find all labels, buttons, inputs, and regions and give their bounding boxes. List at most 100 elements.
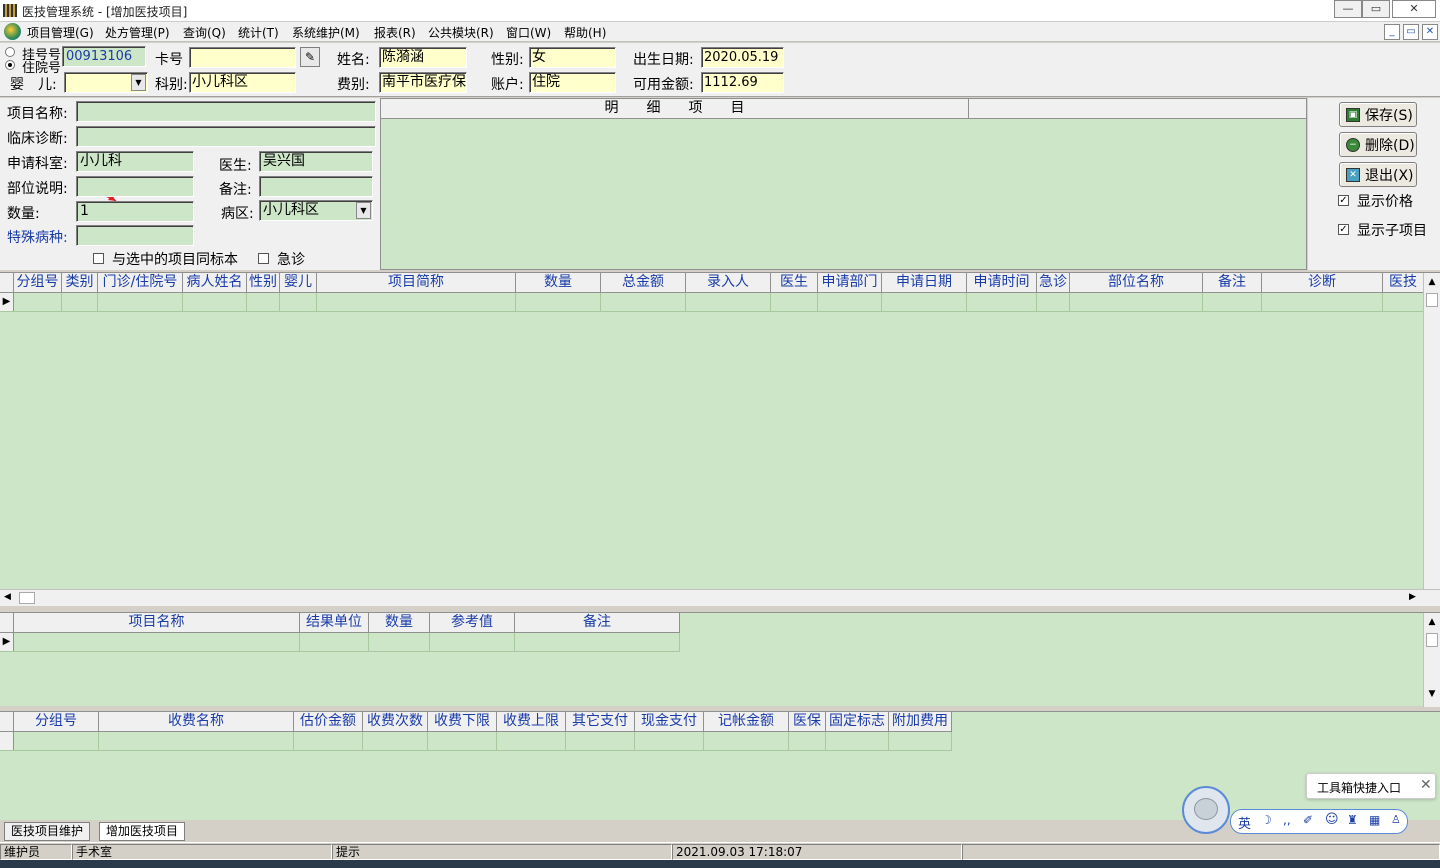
ime-toolbar[interactable]: 英 ☽ ,, ✐ ☺ ♜ ▦ ♙ xyxy=(1230,809,1408,834)
col-group-no[interactable]: 分组号 xyxy=(14,273,62,292)
menu-item-report[interactable]: 报表(R) xyxy=(374,24,416,41)
col-category[interactable]: 类别 xyxy=(62,273,98,292)
col-remark[interactable]: 备注 xyxy=(1203,273,1262,292)
close-icon[interactable]: ✕ xyxy=(1420,777,1432,793)
col-entered-by[interactable]: 录入人 xyxy=(686,273,771,292)
same-sample-checkbox[interactable] xyxy=(93,253,104,264)
hscroll-thumb[interactable] xyxy=(19,592,35,604)
col-item-short[interactable]: 项目简称 xyxy=(317,273,516,292)
menu-item-system[interactable]: 系统维护(M) xyxy=(292,24,360,41)
col-insurance[interactable]: 医保 xyxy=(789,712,826,731)
inpatient-number-radio[interactable] xyxy=(5,60,15,70)
scroll-right-icon[interactable]: ▶ xyxy=(1409,592,1416,602)
col-charge-count[interactable]: 收费次数 xyxy=(363,712,428,731)
col-lower-limit[interactable]: 收费下限 xyxy=(428,712,497,731)
scroll-left-icon[interactable]: ◀ xyxy=(4,592,11,602)
tab-medtech-maintenance[interactable]: 医技项目维护 xyxy=(4,822,91,841)
col-item-name[interactable]: 项目名称 xyxy=(14,613,300,632)
col-doctor[interactable]: 医生 xyxy=(771,273,818,292)
ward-dropdown-icon[interactable]: ▼ xyxy=(356,202,371,219)
col-other-pay[interactable]: 其它支付 xyxy=(566,712,635,731)
qty-input[interactable]: 1 xyxy=(76,201,194,222)
mdi-close-button[interactable]: ✕ xyxy=(1422,24,1438,40)
doctor-input[interactable]: 吴兴国 xyxy=(259,151,373,172)
col-apply-dept[interactable]: 申请部门 xyxy=(818,273,882,292)
col-charge-name[interactable]: 收费名称 xyxy=(99,712,294,731)
show-price-checkbox[interactable]: ✓ xyxy=(1338,195,1349,206)
mdi-minimize-button[interactable]: _ xyxy=(1384,24,1400,40)
minimize-button[interactable]: — xyxy=(1334,0,1362,18)
menu-item-help[interactable]: 帮助(H) xyxy=(564,24,606,41)
col-account-amount[interactable]: 记帐金额 xyxy=(704,712,789,731)
toolbox-tooltip[interactable]: 工具箱快捷入口 ✕ xyxy=(1306,773,1436,799)
scroll-up-icon[interactable]: ▲ xyxy=(1424,613,1440,631)
menu-item-window[interactable]: 窗口(W) xyxy=(506,24,551,41)
col-apply-time[interactable]: 申请时间 xyxy=(967,273,1037,292)
col-upper-limit[interactable]: 收费上限 xyxy=(497,712,566,731)
col-charge-group[interactable]: 分组号 xyxy=(14,712,99,731)
wrench-icon[interactable]: ✐ xyxy=(1303,813,1313,827)
emoji-icon[interactable]: ☺ xyxy=(1325,812,1339,827)
apply-dept-input[interactable]: 小儿科 xyxy=(76,151,194,172)
requests-vscrollbar[interactable]: ▲ xyxy=(1423,273,1440,589)
remark-input[interactable] xyxy=(259,176,373,197)
lock-icon[interactable]: ♙ xyxy=(1391,813,1401,826)
col-fixed-flag[interactable]: 固定标志 xyxy=(826,712,889,731)
col-baby[interactable]: 婴儿 xyxy=(280,273,317,292)
col-sub-quantity[interactable]: 数量 xyxy=(369,613,430,632)
menu-item-project[interactable]: 项目管理(G) xyxy=(27,24,94,41)
col-estimate[interactable]: 估价金额 xyxy=(294,712,363,731)
grid-menu-icon[interactable]: ▦ xyxy=(1369,813,1380,827)
scroll-thumb[interactable] xyxy=(1426,293,1438,307)
col-apply-date[interactable]: 申请日期 xyxy=(882,273,967,292)
ime-language-toggle[interactable]: 英 xyxy=(1238,813,1251,832)
table-row[interactable]: ▶ xyxy=(0,633,680,652)
scroll-up-icon[interactable]: ▲ xyxy=(1424,273,1440,291)
col-total[interactable]: 总金额 xyxy=(601,273,686,292)
col-gender[interactable]: 性别 xyxy=(247,273,280,292)
col-cash-pay[interactable]: 现金支付 xyxy=(635,712,704,731)
special-disease-input[interactable] xyxy=(76,225,194,246)
col-result-unit[interactable]: 结果单位 xyxy=(300,613,369,632)
diagnosis-input[interactable] xyxy=(76,126,376,147)
col-patient-no[interactable]: 门诊/住院号 xyxy=(98,273,183,292)
col-medtech[interactable]: 医技 xyxy=(1383,273,1423,292)
mdi-restore-button[interactable]: ▭ xyxy=(1403,24,1419,40)
menu-item-statistics[interactable]: 统计(T) xyxy=(238,24,279,41)
table-row[interactable]: ▶ xyxy=(0,293,1423,312)
col-emergency[interactable]: 急诊 xyxy=(1037,273,1070,292)
emergency-checkbox[interactable] xyxy=(258,253,269,264)
requests-hscrollbar[interactable]: ◀ ▶ xyxy=(0,589,1440,606)
read-card-icon[interactable]: ✎ xyxy=(300,47,320,67)
menu-item-prescription[interactable]: 处方管理(P) xyxy=(105,24,170,41)
tab-add-medtech-item[interactable]: 增加医技项目 xyxy=(99,822,186,841)
detail-items-list[interactable] xyxy=(381,119,1306,269)
save-button[interactable]: ▣ 保存(S) xyxy=(1339,102,1417,127)
skin-icon[interactable]: ♜ xyxy=(1347,813,1358,827)
col-diagnosis[interactable]: 诊断 xyxy=(1262,273,1383,292)
card-number-input[interactable] xyxy=(189,47,296,68)
punctuation-icon[interactable]: ,, xyxy=(1283,813,1291,827)
part-input[interactable] xyxy=(76,176,194,197)
col-sub-remark[interactable]: 备注 xyxy=(515,613,680,632)
scroll-thumb[interactable] xyxy=(1426,633,1438,647)
scroll-down-icon[interactable]: ▼ xyxy=(1424,689,1440,699)
col-quantity[interactable]: 数量 xyxy=(516,273,601,292)
col-part-name[interactable]: 部位名称 xyxy=(1070,273,1203,292)
moon-icon[interactable]: ☽ xyxy=(1261,813,1272,827)
menu-item-query[interactable]: 查询(Q) xyxy=(183,24,226,41)
menu-item-public[interactable]: 公共模块(R) xyxy=(428,24,494,41)
col-reference[interactable]: 参考值 xyxy=(430,613,515,632)
exit-button[interactable]: ✕ 退出(X) xyxy=(1339,162,1417,187)
patient-id-field[interactable]: 00913106 xyxy=(62,46,146,67)
col-extra-fee[interactable]: 附加费用 xyxy=(889,712,952,731)
delete-button[interactable]: − 删除(D) xyxy=(1339,132,1417,157)
sub-items-vscrollbar[interactable]: ▲ ▼ xyxy=(1423,613,1440,707)
show-sub-items-checkbox[interactable]: ✓ xyxy=(1338,224,1349,235)
restore-button[interactable]: ▭ xyxy=(1362,0,1390,18)
close-button[interactable]: ✕ xyxy=(1392,0,1436,18)
reg-number-radio[interactable] xyxy=(5,47,15,57)
col-patient-name[interactable]: 病人姓名 xyxy=(183,273,247,292)
baby-dropdown-icon[interactable]: ▼ xyxy=(131,74,146,91)
item-name-input[interactable] xyxy=(76,101,376,122)
